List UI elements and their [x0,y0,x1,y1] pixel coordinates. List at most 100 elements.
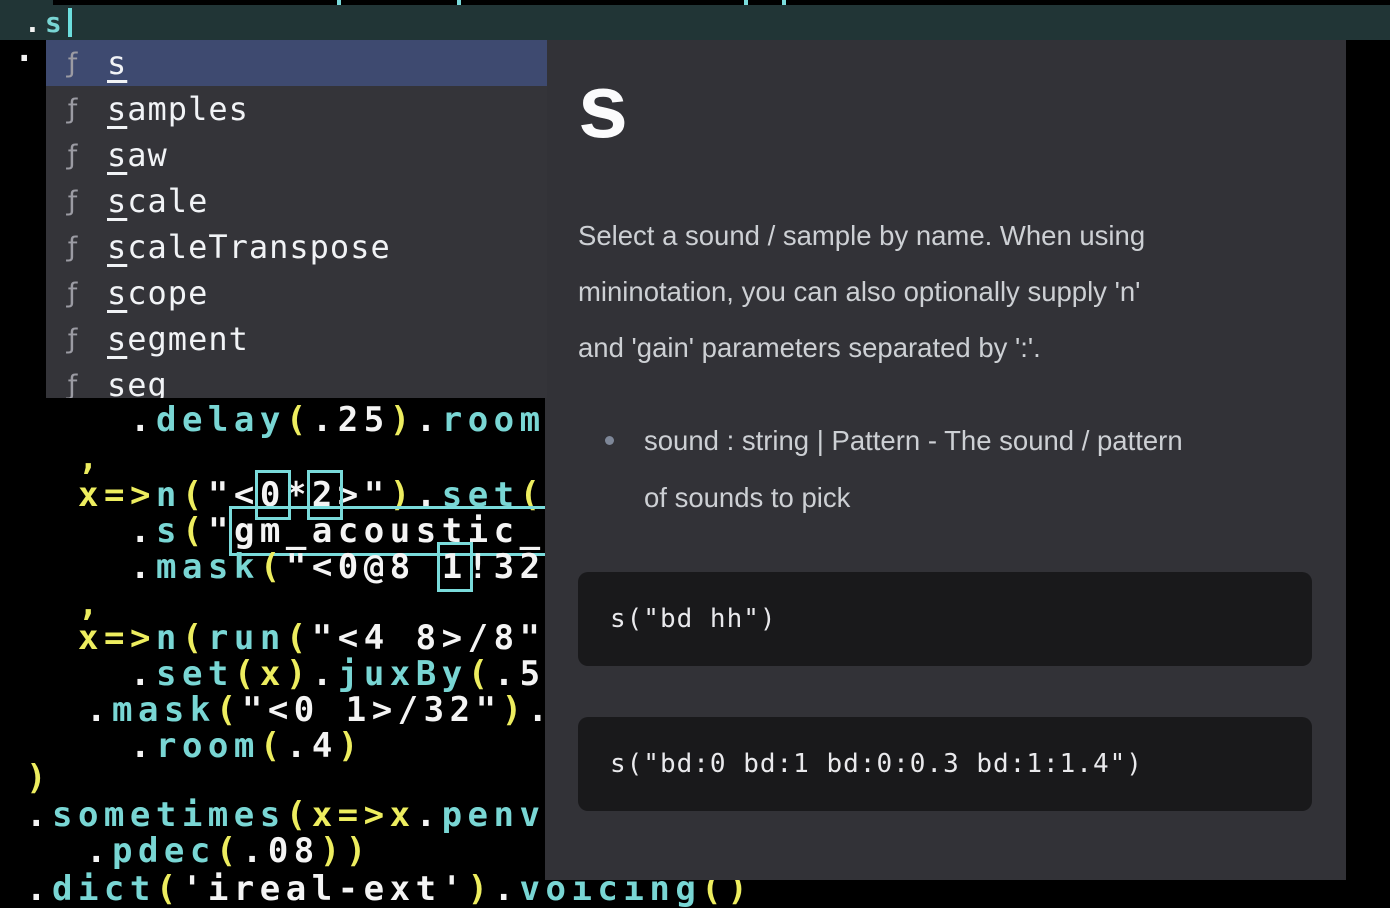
code-token: ( [182,511,208,551]
code-token: . [416,400,442,440]
autocomplete-item-label: saw [107,136,168,174]
doc-description-line: Select a sound / sample by name. When us… [578,208,1145,264]
code-token: )) [320,831,372,871]
code-line: .s("gm_acoustic_ [130,513,546,549]
code-token: .5 [494,654,546,694]
highlighted-token: 2 [312,475,338,515]
param-list-item: sound : string | Pattern - The sound / p… [605,412,1183,526]
code-token: ( [182,618,208,658]
autocomplete-item-seg[interactable]: ƒseg [46,362,547,398]
code-line: .room(.4) [130,728,364,764]
doc-description-line: and 'gain' parameters separated by ':'. [578,320,1145,376]
code-token: ( [520,475,546,515]
function-icon: ƒ [59,48,86,79]
function-icon: ƒ [59,370,86,399]
code-token: ) [26,758,52,798]
code-token: sometimes [52,795,286,835]
code-token: ( [260,547,286,587]
code-token: ( [216,831,242,871]
doc-description: Select a sound / sample by name. When us… [578,208,1145,376]
code-token: . [86,690,112,730]
autocomplete-item-saw[interactable]: ƒsaw [46,132,547,178]
code-token: set [442,475,520,515]
autocomplete-item-segment[interactable]: ƒsegment [46,316,547,362]
code-token: " [208,511,234,551]
autocomplete-item-s[interactable]: ƒs [46,40,547,86]
code-token: "<4 8>/8" [312,618,546,658]
code-line: .mask("<0 1>/32"). [86,692,554,728]
code-line: , [78,440,104,476]
code-token: . [130,511,156,551]
code-token: x=> [78,618,156,658]
code-token: ( [286,400,312,440]
code-token: . [86,831,112,871]
code-token: . [24,6,45,39]
doc-description-line: mininotation, you can also optionally su… [578,264,1145,320]
code-line: .mask("<0@8 1!32 [130,549,546,585]
code-token: ) [338,726,364,766]
code-token: !32 [468,547,546,587]
code-token: x=>x [312,795,416,835]
autocomplete-item-scaleTranspose[interactable]: ƒscaleTranspose [46,224,547,270]
function-icon: ƒ [59,232,86,263]
param-description-line: of sounds to pick [644,469,1183,526]
code-token: . [494,869,520,908]
code-line: .pdec(.08)) [86,833,372,869]
code-token: . [130,726,156,766]
code-token: ( [286,618,312,658]
autocomplete-item-label: seg [107,366,168,398]
doc-title: s [578,62,628,152]
code-token: ) [390,475,416,515]
code-token: room [156,726,260,766]
active-editor-line[interactable]: .s [0,5,1390,40]
code-token: , [78,438,104,478]
autocomplete-popup: ƒsƒsamplesƒsawƒscaleƒscaleTransposeƒscop… [46,40,547,398]
autocomplete-item-label: samples [107,90,249,128]
code-token: dict [52,869,156,908]
code-token: ( [182,475,208,515]
code-token: set [156,654,234,694]
code-token: . [130,654,156,694]
highlighted-token: gm_acoustic_ [234,511,546,551]
code-token: 'ireal-ext' [182,869,468,908]
code-token: n [156,475,182,515]
code-line: , [78,586,104,622]
code-token: n [156,618,182,658]
code-token: ( [234,654,260,694]
typed-text: .s [24,5,66,40]
code-token: x [260,654,286,694]
code-token: . [26,869,52,908]
highlighted-token: 1 [442,547,468,587]
code-token: * [286,475,312,515]
code-token: ) [502,690,528,730]
code-token: ) [390,400,416,440]
code-example: s("bd:0 bd:1 bd:0:0.3 bd:1:1.4") [578,717,1312,811]
code-token: ( [286,795,312,835]
code-token: . [416,795,442,835]
autocomplete-item-scope[interactable]: ƒscope [46,270,547,316]
code-token: .08 [242,831,320,871]
code-token: ( [156,869,182,908]
autocomplete-item-label: scope [107,274,208,312]
autocomplete-item-label: scale [107,182,208,220]
code-token: s [45,6,66,39]
code-token: ) [468,869,494,908]
code-token: . [26,795,52,835]
function-icon: ƒ [59,186,86,217]
strudel-live-coding-screen: ..delay(.25).room,x=>n("<0*2>").set(.s("… [0,0,1390,908]
autocomplete-item-label: s [107,44,127,82]
autocomplete-item-scale[interactable]: ƒscale [46,178,547,224]
function-icon: ƒ [59,324,86,355]
function-icon: ƒ [59,140,86,171]
text-cursor [68,8,72,37]
code-token: ) [286,654,312,694]
code-line: x=>n(run("<4 8>/8" [78,620,546,656]
code-token: . [312,654,338,694]
code-token: x=> [78,475,156,515]
code-line: .set(x).juxBy(.5 [130,656,546,692]
autocomplete-item-samples[interactable]: ƒsamples [46,86,547,132]
code-line: x=>n("<0*2>").set( [78,477,546,513]
code-token: ( [260,726,286,766]
code-token: "< [208,475,260,515]
code-token: .25 [312,400,390,440]
